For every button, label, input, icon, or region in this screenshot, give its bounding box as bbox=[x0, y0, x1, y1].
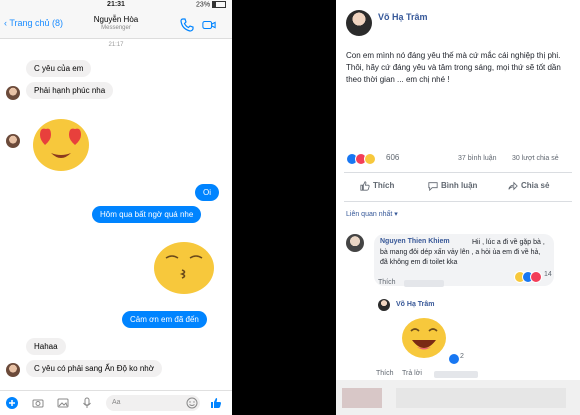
battery-percent: 23% bbox=[196, 1, 211, 9]
comment-like-link[interactable]: Thích bbox=[378, 279, 396, 286]
plus-icon[interactable] bbox=[6, 397, 18, 409]
blurred-content bbox=[396, 388, 566, 408]
laughing-emoji[interactable] bbox=[400, 316, 448, 360]
emoji-icon[interactable] bbox=[186, 397, 198, 409]
commenter-name[interactable]: Nguyen Thien Khiem bbox=[380, 238, 450, 245]
outgoing-message[interactable]: Oi bbox=[195, 184, 219, 201]
share-button[interactable]: Chia sẻ bbox=[508, 181, 549, 191]
microphone-icon[interactable] bbox=[81, 397, 93, 409]
blurred-meta bbox=[404, 280, 444, 287]
messenger-screen: 21:31 23% ‹ Trang chủ (8) Nguyễn Hòa Mes… bbox=[0, 0, 232, 415]
share-count[interactable]: 30 lượt chia sẻ bbox=[512, 155, 559, 162]
facebook-post-screen: Võ Hạ Trâm Con em mình nó đáng yêu thế m… bbox=[336, 0, 580, 415]
blurred-meta bbox=[434, 371, 478, 378]
comment-filter-dropdown[interactable]: Liên quan nhất ▾ bbox=[346, 210, 398, 218]
comment-icon bbox=[428, 182, 438, 192]
incoming-message[interactable]: Hahaa bbox=[26, 338, 66, 355]
like-reaction-icon bbox=[448, 353, 460, 365]
comment-label: Bình luận bbox=[441, 181, 478, 191]
divider bbox=[344, 172, 572, 173]
post-text: Con em mình nó đáng yêu thế mà cứ mắc cá… bbox=[346, 51, 561, 84]
post-author[interactable]: Võ Hạ Trâm bbox=[378, 12, 428, 22]
contact-name: Nguyễn Hòa bbox=[93, 15, 139, 24]
commenter-avatar[interactable] bbox=[346, 234, 364, 252]
camera-icon[interactable] bbox=[32, 397, 44, 409]
outgoing-message[interactable]: Cảm ơn em đã đến bbox=[122, 311, 207, 328]
battery-indicator: 23% bbox=[196, 1, 226, 8]
reaction-count: 606 bbox=[386, 153, 400, 162]
haha-reaction-icon bbox=[364, 153, 376, 165]
reply-reaction-count: 2 bbox=[460, 353, 464, 360]
battery-icon bbox=[212, 1, 226, 8]
blurred-bottom-bar bbox=[336, 380, 580, 415]
contact-avatar bbox=[6, 363, 20, 377]
status-bar: 21:31 23% bbox=[0, 0, 232, 12]
outgoing-message[interactable]: Hôm qua bất ngờ quá nhe bbox=[92, 206, 202, 223]
video-call-icon[interactable] bbox=[202, 18, 216, 32]
comment-button[interactable]: Bình luận bbox=[428, 181, 478, 192]
contact-subtitle: Messenger bbox=[101, 25, 131, 31]
love-reaction-icon bbox=[530, 271, 542, 283]
share-label: Chia sẻ bbox=[521, 181, 550, 191]
image-icon[interactable] bbox=[57, 397, 69, 409]
incoming-message[interactable]: C yêu có phải sang Ấn Độ ko nhờ bbox=[26, 360, 162, 377]
reply-like-link[interactable]: Thích bbox=[376, 370, 394, 377]
incoming-message[interactable]: Phải hạnh phúc nha bbox=[26, 82, 114, 99]
like-label: Thích bbox=[373, 181, 395, 191]
comment-reaction-count: 14 bbox=[544, 271, 552, 278]
phone-icon[interactable] bbox=[180, 18, 194, 32]
like-button[interactable]: Thích bbox=[360, 181, 394, 191]
reply-avatar[interactable] bbox=[378, 299, 390, 311]
reply-author[interactable]: Võ Hạ Trâm bbox=[396, 301, 435, 308]
contact-avatar bbox=[6, 86, 20, 100]
divider bbox=[344, 201, 572, 202]
incoming-message[interactable]: C yêu của em bbox=[26, 60, 92, 77]
reply-reply-link[interactable]: Trả lời bbox=[402, 370, 422, 377]
thumbs-up-icon[interactable] bbox=[210, 397, 222, 409]
message-composer: Aa bbox=[0, 390, 232, 415]
conversation-header: ‹ Trang chủ (8) Nguyễn Hòa Messenger bbox=[0, 12, 232, 39]
author-avatar[interactable] bbox=[346, 10, 372, 36]
kissing-emoji[interactable] bbox=[150, 236, 218, 296]
blurred-thumbnail bbox=[342, 388, 382, 408]
comment-count[interactable]: 37 bình luận bbox=[458, 155, 497, 162]
share-icon bbox=[508, 181, 518, 191]
thumbs-up-icon bbox=[360, 181, 370, 191]
contact-info[interactable]: Nguyễn Hòa Messenger bbox=[0, 15, 232, 31]
heart-eyes-emoji[interactable] bbox=[26, 115, 96, 175]
message-timestamp: 21:17 bbox=[108, 42, 124, 48]
contact-avatar bbox=[6, 134, 20, 148]
